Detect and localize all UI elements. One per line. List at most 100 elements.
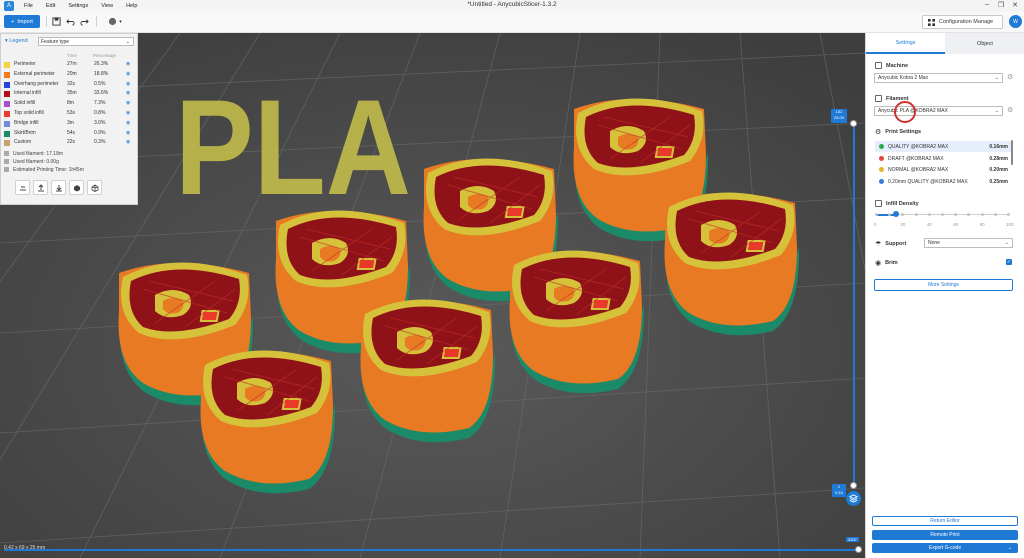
legend-feature-percentage: 33.6% [94,90,109,97]
used-filament-weight-text: Used filament: 0.00g [13,159,59,165]
legend-swatch [4,81,10,88]
legend-feature-name: External perimeter [14,70,55,77]
eye-icon[interactable]: ◉ [126,139,130,145]
layers-icon[interactable] [846,491,861,506]
eye-icon[interactable]: ◉ [126,61,130,67]
sliced-part[interactable] [509,250,645,394]
menu-help[interactable]: Help [126,3,137,9]
infill-tick [967,213,971,216]
avatar[interactable]: W [1009,15,1022,28]
menu-edit[interactable]: Edit [46,3,55,9]
legend-row: Top solid infill 53s 0.8% ◉ [4,109,136,118]
support-select[interactable]: None ⌄ [924,238,1013,248]
legend-feature-name: Custom [14,139,32,146]
infill-tick-label: 20 [900,222,906,227]
infill-tick [914,213,918,216]
legend-col-percentage: Percentage [93,53,117,58]
return-editor-button[interactable]: Return Editor [872,516,1018,526]
legend-feature-time: 8m [67,100,74,107]
sliced-part[interactable] [360,299,496,443]
infill-tick [927,213,931,216]
brim-checkbox[interactable]: ✓ [1006,259,1012,265]
print-preset-item[interactable]: DRAFT @KOBRA2 MAX 0.28mm [875,153,1011,164]
minimize-icon[interactable]: – [981,1,993,8]
menu-file[interactable]: File [24,3,33,9]
view-cube-icon[interactable] [87,180,102,195]
machine-select[interactable]: Anycubic Kobra 2 Max ⌄ [874,73,1003,83]
legend-view-type-select[interactable]: Feature type ⌄ [38,37,134,46]
layer-slider-top-knob[interactable] [850,120,857,127]
print-preset-item[interactable]: QUALITY @KOBRA2 MAX 0.16mm [875,141,1011,152]
legend-feature-time: 35m [67,90,77,97]
eye-icon[interactable]: ◉ [126,120,130,126]
export-gcode-button[interactable]: Export G-code ⌄ [872,543,1018,553]
legend-feature-time: 20m [67,70,77,77]
infill-tick [1007,213,1010,216]
configuration-manage-button[interactable]: Configuration Manage [922,15,1003,29]
move-slider-knob[interactable] [855,546,862,553]
layer-slider-bottom-handle[interactable]: 1 0.16 [832,484,846,497]
settings-panel: Settings Object Machine Anycubic Kobra 2… [865,33,1024,558]
legend-swatch [4,120,10,127]
infill-tick-label: 80 [979,222,985,227]
legend-feature-time: 53s [67,110,76,116]
undo-icon[interactable] [64,15,76,28]
layer-slider-bottom-knob[interactable] [850,482,857,489]
layer-slider-top-handle[interactable]: 152 25.00 [831,109,847,123]
remote-print-button[interactable]: Remote Print [872,530,1018,540]
view-upload-icon[interactable] [33,180,48,195]
close-icon[interactable]: ✕ [1009,1,1021,9]
chevron-down-icon: ⌄ [125,39,130,45]
filament-gear-icon[interactable]: ⚙ [1007,106,1013,114]
menu-view[interactable]: View [101,3,113,9]
config-label: Configuration Manage [939,19,994,25]
move-slider-track[interactable] [4,549,859,551]
legend-toggle[interactable]: ▾ Legend [5,38,28,44]
layer-top-value: 152 25.00 [833,109,844,120]
sliced-part[interactable] [664,192,800,336]
eye-icon[interactable]: ◉ [126,100,130,106]
move-count: 3307 [846,537,859,542]
machine-section: Machine [875,62,908,69]
eye-icon[interactable]: ◉ [126,81,130,87]
menu-settings[interactable]: Settings [68,3,88,9]
chevron-down-icon: ⌄ [994,75,999,81]
sliced-part[interactable] [200,350,336,494]
machine-gear-icon[interactable]: ⚙ [1007,73,1013,81]
redo-icon[interactable] [78,15,90,28]
maximize-icon[interactable]: ❐ [995,1,1007,9]
eye-icon[interactable]: ◉ [126,71,130,77]
preset-status-icon [879,155,884,161]
infill-tick [875,213,878,216]
preset-layer-height: 0.28mm [989,155,1008,162]
infill-slider-thumb[interactable] [892,211,899,217]
support-value: None [928,240,940,246]
legend-swatch [4,111,10,117]
view-shade-icon[interactable] [69,180,84,195]
machine-value: Anycubic Kobra 2 Max [878,75,929,81]
infill-icon [875,200,882,207]
view-download-icon[interactable] [51,180,66,195]
chevron-down-icon: ⌄ [994,108,999,114]
print-settings-title: Print Settings [885,129,922,135]
tab-settings[interactable]: Settings [866,33,945,54]
print-preset-item[interactable]: NORMAL @KOBRA2 MAX 0.20mm [875,164,1011,175]
tab-object[interactable]: Object [945,33,1024,54]
legend-feature-name: Internal infill [14,90,41,97]
view-top-icon[interactable] [15,180,30,195]
eye-icon[interactable]: ◉ [126,110,130,116]
print-preset-item[interactable]: 0.20mm QUALITY @KOBRA2 MAX 0.25mm [875,176,1011,187]
eye-icon[interactable]: ◉ [126,130,130,136]
preset-scrollbar[interactable] [1011,140,1013,165]
legend-row: Overhang perimeter 32s 0.5% ◉ [4,80,136,89]
import-button[interactable]: + Import [4,15,40,28]
eye-icon[interactable]: ◉ [126,90,130,96]
layer-slider-track[interactable] [853,122,855,488]
legend-feature-percentage: 18.8% [94,70,109,77]
more-settings-button[interactable]: More Settings [874,279,1013,291]
view-mode-icon[interactable]: ▾ [104,15,126,28]
preset-name: NORMAL @KOBRA2 MAX [888,167,949,173]
legend-feature-name: Perimeter [14,61,36,67]
save-icon[interactable] [50,15,62,28]
legend-feature-percentage: 0.3% [94,139,106,146]
